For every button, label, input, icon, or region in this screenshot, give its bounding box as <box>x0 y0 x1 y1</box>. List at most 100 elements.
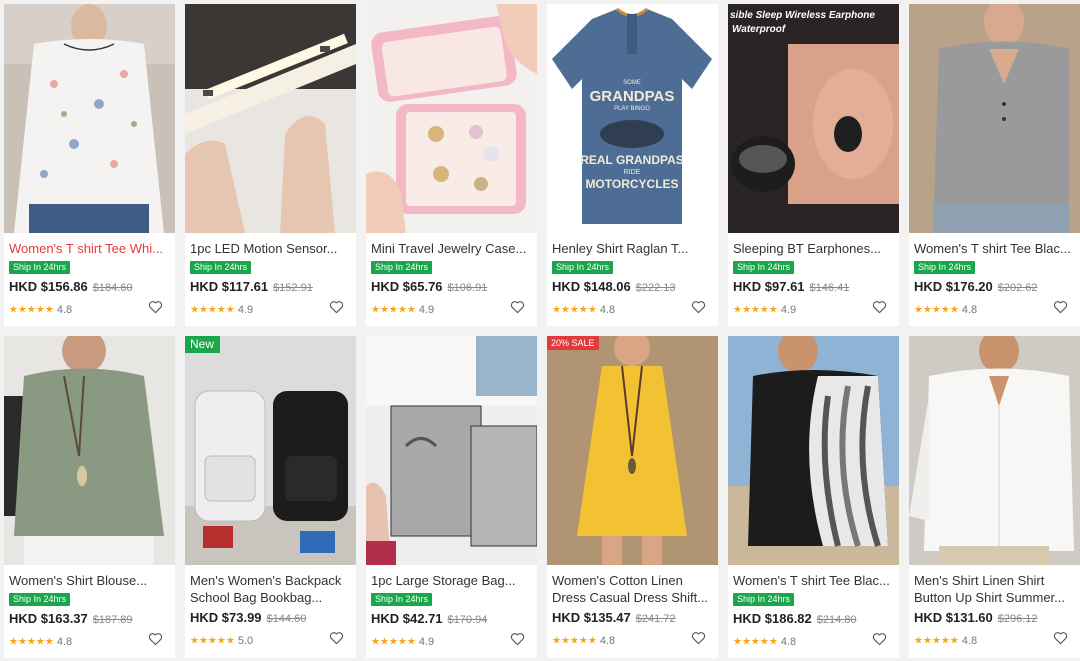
star-rating: ★★★★★ <box>552 635 597 647</box>
product-image[interactable]: 20% SALE <box>547 336 718 565</box>
product-price: HKD $42.71 <box>371 611 443 626</box>
product-title[interactable]: Mini Travel Jewelry Case... <box>371 240 532 257</box>
shirt-print-line: MOTORCYCLES <box>585 177 678 191</box>
product-card[interactable]: Women's T shirt Tee Blac... Ship In 24hr… <box>909 4 1080 326</box>
original-price: $170.94 <box>447 614 488 626</box>
product-title[interactable]: Men's Shirt Linen Shirt Button Up Shirt … <box>914 572 1075 606</box>
product-title[interactable]: Sleeping BT Earphones... <box>733 240 894 257</box>
earphones-photo: sible Sleep Wireless Earphone Waterproof <box>728 4 899 233</box>
product-card[interactable]: Women's T shirt Tee Whi... Ship In 24hrs… <box>4 4 175 326</box>
jewelry-case-photo <box>366 4 537 233</box>
original-price: $202.62 <box>997 282 1038 294</box>
star-rating: ★★★★★ <box>552 304 597 316</box>
product-price: HKD $65.76 <box>371 279 443 294</box>
rating-score: 5.0 <box>237 634 254 647</box>
backpack-photo <box>185 336 356 565</box>
heart-outline-icon[interactable] <box>148 632 163 646</box>
overlay-text: Waterproof <box>732 24 787 35</box>
star-rating: ★★★★★ <box>733 636 778 648</box>
led-light-photo <box>185 4 356 233</box>
product-title[interactable]: Women's T shirt Tee Whi... <box>9 240 170 257</box>
sage-blouse-photo <box>4 336 175 565</box>
product-image[interactable] <box>909 336 1080 565</box>
overlay-text: sible Sleep Wireless Earphone <box>730 10 875 21</box>
heart-outline-icon[interactable] <box>510 300 525 314</box>
star-rating: ★★★★★ <box>9 304 54 316</box>
shirt-print-line: GRANDPAS <box>590 88 675 105</box>
product-title[interactable]: 1pc LED Motion Sensor... <box>190 240 351 257</box>
heart-outline-icon[interactable] <box>329 300 344 314</box>
product-title[interactable]: Women's Shirt Blouse... <box>9 572 170 589</box>
product-card[interactable]: 20% SALE Women's Cotton Linen Dress Casu… <box>547 336 718 658</box>
rating-score: 4.8 <box>961 634 978 647</box>
product-image[interactable] <box>185 4 356 233</box>
product-image[interactable] <box>728 336 899 565</box>
product-image[interactable]: sible Sleep Wireless Earphone Waterproof <box>728 4 899 233</box>
product-title-line: Men's Shirt Linen Shirt <box>914 573 1045 588</box>
heart-outline-icon[interactable] <box>1053 300 1068 314</box>
product-image[interactable]: New <box>185 336 356 565</box>
heart-outline-icon[interactable] <box>691 631 706 645</box>
product-price: HKD $176.20 <box>914 279 993 294</box>
star-rating: ★★★★★ <box>190 635 235 647</box>
product-card[interactable]: sible Sleep Wireless Earphone Waterproof… <box>728 4 899 326</box>
product-card[interactable]: New Men's Women's Backpack School Bag Bo… <box>185 336 356 658</box>
original-price: $222.13 <box>635 282 676 294</box>
product-title-line: Women's Cotton Linen <box>552 573 683 588</box>
product-price: HKD $97.61 <box>733 279 805 294</box>
star-rating: ★★★★★ <box>914 635 959 647</box>
product-card[interactable]: Men's Shirt Linen Shirt Button Up Shirt … <box>909 336 1080 658</box>
product-image[interactable] <box>909 4 1080 233</box>
product-image[interactable] <box>366 336 537 565</box>
product-card[interactable]: SOME GRANDPAS PLAY BINGO REAL GRANDPAS R… <box>547 4 718 326</box>
star-rating: ★★★★★ <box>9 636 54 648</box>
product-title-line: Dress Casual Dress Shift... <box>552 590 709 605</box>
rating-score: 4.9 <box>418 303 435 316</box>
star-rating: ★★★★★ <box>371 636 416 648</box>
product-image[interactable]: SOME GRANDPAS PLAY BINGO REAL GRANDPAS R… <box>547 4 718 233</box>
storage-bag-photo <box>366 336 537 565</box>
shirt-print-line: SOME <box>623 80 641 86</box>
product-card[interactable]: 1pc Large Storage Bag... Ship In 24hrs H… <box>366 336 537 658</box>
rating-score: 4.9 <box>418 635 435 648</box>
heart-outline-icon[interactable] <box>1053 631 1068 645</box>
product-title[interactable]: 1pc Large Storage Bag... <box>371 572 532 589</box>
grey-top-photo <box>909 4 1080 233</box>
heart-outline-icon[interactable] <box>148 300 163 314</box>
product-price: HKD $73.99 <box>190 610 262 625</box>
new-badge: New <box>185 336 221 353</box>
product-title[interactable]: Men's Women's Backpack School Bag Bookba… <box>190 572 351 606</box>
original-price: $146.41 <box>809 282 850 294</box>
ship-badge: Ship In 24hrs <box>552 261 614 274</box>
product-title[interactable]: Women's T shirt Tee Blac... <box>914 240 1075 257</box>
product-title[interactable]: Women's T shirt Tee Blac... <box>733 572 894 589</box>
heart-outline-icon[interactable] <box>691 300 706 314</box>
product-card[interactable]: Mini Travel Jewelry Case... Ship In 24hr… <box>366 4 537 326</box>
star-rating: ★★★★★ <box>733 304 778 316</box>
ship-badge: Ship In 24hrs <box>9 261 71 274</box>
heart-outline-icon[interactable] <box>329 631 344 645</box>
rating-score: 4.9 <box>237 303 254 316</box>
heart-outline-icon[interactable] <box>872 300 887 314</box>
product-price: HKD $131.60 <box>914 610 993 625</box>
product-image[interactable] <box>4 4 175 233</box>
product-card[interactable]: 1pc LED Motion Sensor... Ship In 24hrs H… <box>185 4 356 326</box>
product-price: HKD $186.82 <box>733 611 812 626</box>
product-title[interactable]: Women's Cotton Linen Dress Casual Dress … <box>552 572 713 606</box>
ship-badge: Ship In 24hrs <box>733 593 795 606</box>
star-rating: ★★★★★ <box>371 304 416 316</box>
product-price: HKD $117.61 <box>190 279 269 294</box>
ship-badge: Ship In 24hrs <box>371 593 433 606</box>
heart-outline-icon[interactable] <box>510 632 525 646</box>
original-price: $152.91 <box>273 282 313 294</box>
original-price: $184.60 <box>92 282 133 294</box>
heart-outline-icon[interactable] <box>872 632 887 646</box>
product-title-line: Men's Women's Backpack <box>190 573 342 588</box>
product-image[interactable] <box>4 336 175 565</box>
product-card[interactable]: Women's Shirt Blouse... Ship In 24hrs HK… <box>4 336 175 658</box>
product-title[interactable]: Henley Shirt Raglan T... <box>552 240 713 257</box>
product-card[interactable]: Women's T shirt Tee Blac... Ship In 24hr… <box>728 336 899 658</box>
product-image[interactable] <box>366 4 537 233</box>
rating-score: 4.8 <box>780 635 797 648</box>
product-price: HKD $163.37 <box>9 611 88 626</box>
